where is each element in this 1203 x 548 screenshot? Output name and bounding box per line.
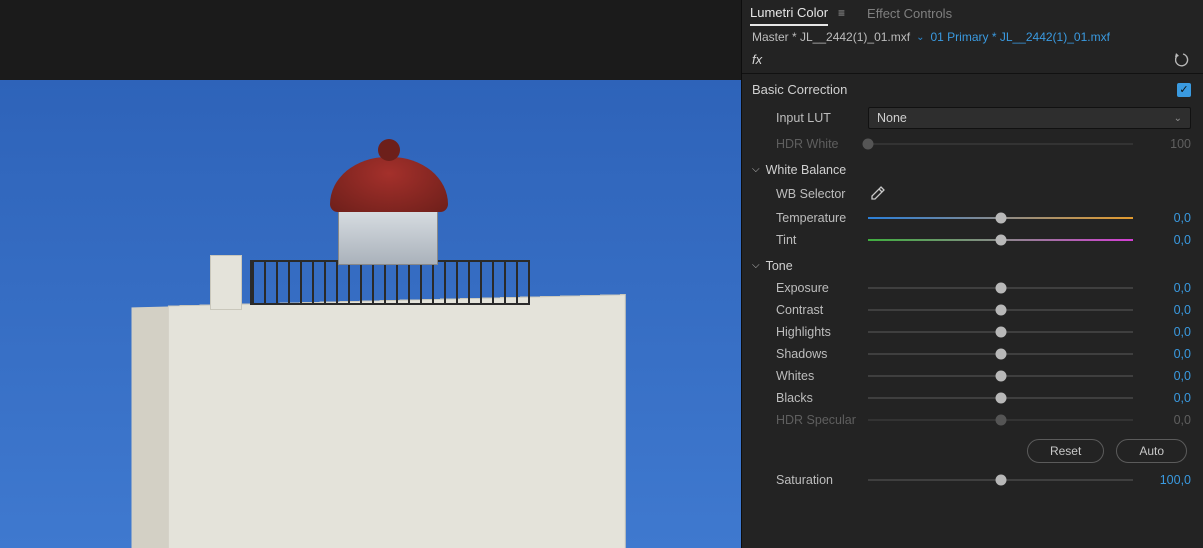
shadows-value[interactable]: 0,0 [1151, 347, 1191, 361]
highlights-slider[interactable] [868, 331, 1133, 333]
clip-master[interactable]: Master * JL__2442(1)_01.mxf [752, 30, 910, 44]
hdr-specular-label: HDR Specular [776, 413, 858, 427]
panel-tabs: Lumetri Color ≡ Effect Controls [742, 0, 1203, 26]
saturation-slider[interactable] [868, 479, 1133, 481]
section-enable-checkbox[interactable]: ✓ [1177, 83, 1191, 97]
temperature-row: Temperature 0,0 [742, 207, 1203, 229]
input-lut-value: None [877, 111, 907, 125]
slider-thumb[interactable] [995, 235, 1006, 246]
blacks-label: Blacks [776, 391, 858, 405]
hdr-white-row: HDR White 100 [742, 133, 1203, 155]
highlights-row: Highlights 0,0 [742, 321, 1203, 343]
blacks-slider[interactable] [868, 397, 1133, 399]
tone-buttons: Reset Auto [742, 431, 1203, 469]
contrast-label: Contrast [776, 303, 858, 317]
section-basic-correction[interactable]: Basic Correction ✓ [742, 74, 1203, 103]
tint-label: Tint [776, 233, 858, 247]
preview-image [0, 80, 741, 548]
slider-thumb[interactable] [995, 283, 1006, 294]
whites-label: Whites [776, 369, 858, 383]
input-lut-row: Input LUT None ⌄ [742, 103, 1203, 133]
saturation-label: Saturation [776, 473, 858, 487]
wb-selector-label: WB Selector [776, 187, 858, 201]
shadows-label: Shadows [776, 347, 858, 361]
whites-slider[interactable] [868, 375, 1133, 377]
highlights-value[interactable]: 0,0 [1151, 325, 1191, 339]
auto-button[interactable]: Auto [1116, 439, 1187, 463]
tab-lumetri-color[interactable]: Lumetri Color [750, 1, 828, 26]
group-label: White Balance [766, 163, 847, 177]
contrast-value[interactable]: 0,0 [1151, 303, 1191, 317]
hdr-specular-row: HDR Specular 0,0 [742, 409, 1203, 431]
reset-effect-icon[interactable] [1175, 53, 1191, 67]
slider-thumb[interactable] [995, 213, 1006, 224]
temperature-label: Temperature [776, 211, 858, 225]
shadows-row: Shadows 0,0 [742, 343, 1203, 365]
chevron-down-icon: ⌄ [916, 32, 924, 43]
shadows-slider[interactable] [868, 353, 1133, 355]
exposure-value[interactable]: 0,0 [1151, 281, 1191, 295]
input-lut-label: Input LUT [776, 111, 858, 125]
reset-button[interactable]: Reset [1027, 439, 1104, 463]
saturation-row: Saturation 100,0 [742, 469, 1203, 491]
hdr-white-label: HDR White [776, 137, 858, 151]
wb-selector-row: WB Selector [742, 181, 1203, 207]
preview-monitor [0, 0, 741, 548]
slider-thumb[interactable] [995, 393, 1006, 404]
group-white-balance[interactable]: ⌵ White Balance [742, 155, 1203, 181]
hdr-white-slider [868, 143, 1133, 145]
whites-row: Whites 0,0 [742, 365, 1203, 387]
temperature-value[interactable]: 0,0 [1151, 211, 1191, 225]
highlights-label: Highlights [776, 325, 858, 339]
tint-row: Tint 0,0 [742, 229, 1203, 251]
hdr-specular-value: 0,0 [1151, 413, 1191, 427]
slider-thumb[interactable] [995, 371, 1006, 382]
clip-breadcrumb: Master * JL__2442(1)_01.mxf ⌄ 01 Primary… [742, 26, 1203, 48]
caret-down-icon: ⌵ [752, 260, 760, 271]
fx-badge[interactable]: fx [752, 52, 762, 67]
saturation-value[interactable]: 100,0 [1151, 473, 1191, 487]
hdr-white-value: 100 [1151, 137, 1191, 151]
temperature-slider[interactable] [868, 217, 1133, 219]
tint-value[interactable]: 0,0 [1151, 233, 1191, 247]
blacks-value[interactable]: 0,0 [1151, 391, 1191, 405]
slider-thumb [995, 415, 1006, 426]
slider-thumb[interactable] [995, 305, 1006, 316]
input-lut-select[interactable]: None ⌄ [868, 107, 1191, 129]
caret-down-icon: ⌵ [752, 164, 760, 175]
exposure-slider[interactable] [868, 287, 1133, 289]
slider-thumb[interactable] [995, 475, 1006, 486]
slider-thumb[interactable] [995, 349, 1006, 360]
slider-thumb [863, 139, 874, 150]
group-label: Tone [766, 259, 793, 273]
eyedropper-icon[interactable] [868, 185, 886, 203]
slider-thumb[interactable] [995, 327, 1006, 338]
panel-menu-icon[interactable]: ≡ [838, 6, 845, 20]
tab-effect-controls[interactable]: Effect Controls [867, 2, 952, 25]
section-title: Basic Correction [752, 82, 847, 97]
group-tone[interactable]: ⌵ Tone [742, 251, 1203, 277]
clip-primary[interactable]: 01 Primary * JL__2442(1)_01.mxf [930, 30, 1109, 44]
exposure-label: Exposure [776, 281, 858, 295]
blacks-row: Blacks 0,0 [742, 387, 1203, 409]
exposure-row: Exposure 0,0 [742, 277, 1203, 299]
hdr-specular-slider [868, 419, 1133, 421]
contrast-slider[interactable] [868, 309, 1133, 311]
chevron-down-icon: ⌄ [1174, 113, 1182, 124]
tint-slider[interactable] [868, 239, 1133, 241]
whites-value[interactable]: 0,0 [1151, 369, 1191, 383]
contrast-row: Contrast 0,0 [742, 299, 1203, 321]
lumetri-panel: Lumetri Color ≡ Effect Controls Master *… [741, 0, 1203, 548]
fx-row: fx [742, 48, 1203, 74]
